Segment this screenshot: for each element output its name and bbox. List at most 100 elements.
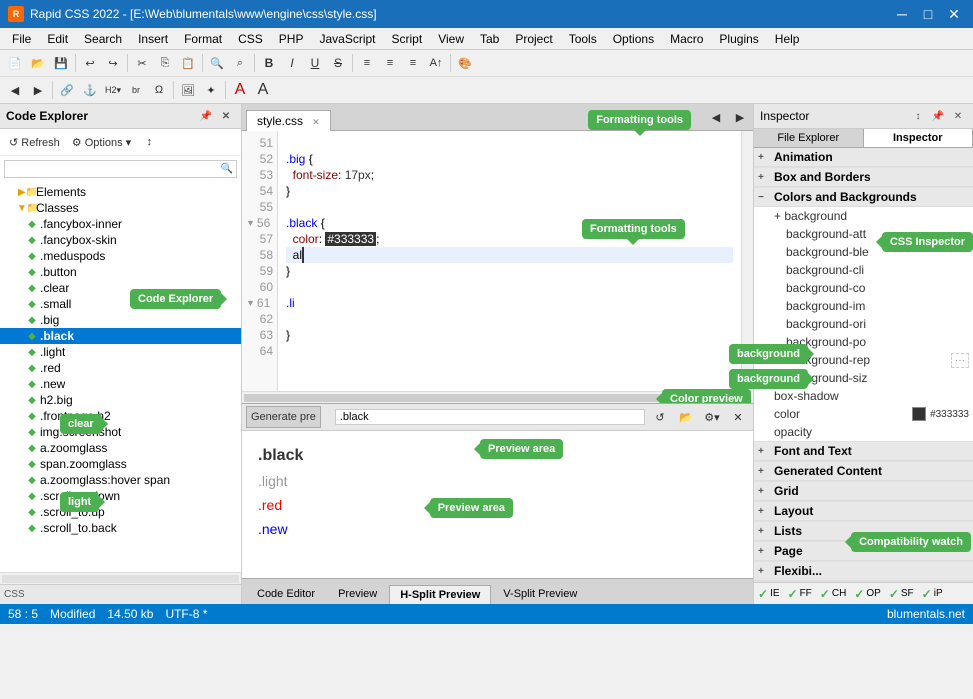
undo-button[interactable]: ↩	[79, 52, 101, 74]
group-layout-header[interactable]: + Layout	[754, 502, 973, 521]
font-size-increase-button[interactable]: A↑	[425, 52, 447, 74]
color-button[interactable]: 🎨	[454, 52, 476, 74]
ins-item-bg-ori[interactable]: background-ori	[754, 315, 973, 333]
menu-css[interactable]: CSS	[230, 30, 271, 48]
group-colors-header[interactable]: − Colors and Backgrounds	[754, 188, 973, 207]
menu-help[interactable]: Help	[767, 30, 808, 48]
ins-item-background[interactable]: + background	[754, 207, 973, 225]
tree-item-big[interactable]: ◆ .big	[0, 312, 241, 328]
tab-next-button[interactable]: ▶	[729, 106, 751, 128]
tree-item-zoomglass[interactable]: ◆ a.zoomglass	[0, 440, 241, 456]
tab-style-css[interactable]: style.css ✕	[246, 110, 331, 131]
tab-close-icon[interactable]: ✕	[312, 117, 320, 127]
tree-item-meduspods[interactable]: ◆ .meduspods	[0, 248, 241, 264]
btab-hsplit[interactable]: H-Split Preview	[389, 585, 491, 604]
bold-button[interactable]: B	[258, 52, 280, 74]
insert-btn2[interactable]: ✦	[200, 79, 222, 101]
ins-item-bg-im[interactable]: background-im	[754, 297, 973, 315]
tab-inspector[interactable]: Inspector	[864, 129, 973, 147]
redo-button[interactable]: ↪	[102, 52, 124, 74]
menu-view[interactable]: View	[430, 30, 472, 48]
tree-item-fancybox-inner[interactable]: ◆ .fancybox-inner	[0, 216, 241, 232]
options-button[interactable]: ⚙ Options ▾	[67, 131, 136, 153]
menu-tab[interactable]: Tab	[472, 30, 507, 48]
anchor-button[interactable]: ⚓	[79, 79, 101, 101]
tree-item-frontpage[interactable]: ◆ .frontpage h2	[0, 408, 241, 424]
find-button[interactable]: 🔍	[206, 52, 228, 74]
menu-javascript[interactable]: JavaScript	[311, 30, 383, 48]
underline-button[interactable]: U	[304, 52, 326, 74]
menu-edit[interactable]: Edit	[39, 30, 76, 48]
align-right-button[interactable]: ≡	[402, 52, 424, 74]
code-btn1[interactable]: H2▾	[102, 79, 124, 101]
code-btn3[interactable]: Ω	[148, 79, 170, 101]
align-center-button[interactable]: ≡	[379, 52, 401, 74]
tree-item-scroll-down[interactable]: ◆ .scroll_to.down	[0, 488, 241, 504]
group-animation-header[interactable]: + Animation	[754, 148, 973, 167]
code-editor[interactable]: 51 52 53 54 55 ▼56 57 58 59 60 ▼61 62	[242, 131, 753, 391]
inspector-close-btn[interactable]: ✕	[949, 107, 967, 125]
replace-button[interactable]: ⌕	[229, 52, 251, 74]
italic-button[interactable]: I	[281, 52, 303, 74]
tree-item-spanzoom[interactable]: ◆ span.zoomglass	[0, 456, 241, 472]
menu-macro[interactable]: Macro	[662, 30, 711, 48]
tree-item-light[interactable]: ◆ .light	[0, 344, 241, 360]
menu-format[interactable]: Format	[176, 30, 230, 48]
refresh-button[interactable]: ↺ Refresh	[4, 131, 65, 153]
menu-search[interactable]: Search	[76, 30, 130, 48]
ins-item-box-shadow[interactable]: box-shadow	[754, 387, 973, 405]
preview-settings-btn[interactable]: ⚙▾	[701, 406, 723, 428]
link-button[interactable]: 🔗	[56, 79, 78, 101]
tree-item-screenshot[interactable]: ◆ img.screenshot	[0, 424, 241, 440]
new-button[interactable]: 📄	[4, 52, 26, 74]
close-button[interactable]: ✕	[943, 5, 965, 23]
image-button[interactable]: 🖼	[177, 79, 199, 101]
save-button[interactable]: 💾	[50, 52, 72, 74]
paste-button[interactable]: 📋	[177, 52, 199, 74]
back-button[interactable]: ◀	[4, 79, 26, 101]
inspector-pin-btn[interactable]: 📌	[929, 107, 947, 125]
group-grid-header[interactable]: + Grid	[754, 482, 973, 501]
close-panel-button[interactable]: ✕	[217, 107, 235, 125]
code-btn2[interactable]: br	[125, 79, 147, 101]
ins-item-color[interactable]: color #333333	[754, 405, 973, 423]
menu-php[interactable]: PHP	[271, 30, 312, 48]
cut-button[interactable]: ✂	[131, 52, 153, 74]
search-input[interactable]	[4, 160, 237, 178]
menu-tools[interactable]: Tools	[561, 30, 605, 48]
inspector-sort-btn[interactable]: ↕	[909, 107, 927, 125]
copy-button[interactable]: ⎘	[154, 52, 176, 74]
preview-url-input[interactable]	[335, 409, 645, 425]
minimize-button[interactable]: ─	[891, 5, 913, 23]
generate-btn[interactable]: Generate pre	[246, 406, 321, 428]
tree-item-classes[interactable]: ▼📁 Classes	[0, 200, 241, 216]
tree-item-red[interactable]: ◆ .red	[0, 360, 241, 376]
format-btn2[interactable]: A	[252, 79, 274, 101]
menu-project[interactable]: Project	[507, 30, 560, 48]
menu-plugins[interactable]: Plugins	[711, 30, 766, 48]
menu-file[interactable]: File	[4, 30, 39, 48]
format-btn1[interactable]: A	[229, 79, 251, 101]
tree-item-h2big[interactable]: ◆ h2.big	[0, 392, 241, 408]
ins-item-bg-co[interactable]: background-co	[754, 279, 973, 297]
tree-item-black[interactable]: ◆ .black	[0, 328, 241, 344]
tree-item-zoom-hover[interactable]: ◆ a.zoomglass:hover span	[0, 472, 241, 488]
preview-refresh-btn[interactable]: ↺	[649, 406, 671, 428]
group-box-borders-header[interactable]: + Box and Borders	[754, 168, 973, 187]
btab-code-editor[interactable]: Code Editor	[246, 584, 326, 604]
tab-prev-button[interactable]: ◀	[705, 106, 727, 128]
ins-item-opacity[interactable]: opacity	[754, 423, 973, 441]
btab-preview[interactable]: Preview	[327, 584, 388, 604]
tree-item-scroll-up[interactable]: ◆ .scroll_to.up	[0, 504, 241, 520]
tree-item-fancybox-skin[interactable]: ◆ .fancybox-skin	[0, 232, 241, 248]
btab-vsplit[interactable]: V-Split Preview	[492, 584, 588, 604]
menu-script[interactable]: Script	[384, 30, 431, 48]
tree-item-elements[interactable]: ▶📁 Elements	[0, 184, 241, 200]
open-button[interactable]: 📂	[27, 52, 49, 74]
tree-item-new[interactable]: ◆ .new	[0, 376, 241, 392]
sort-button[interactable]: ↕	[138, 131, 160, 153]
align-left-button[interactable]: ≡	[356, 52, 378, 74]
strikethrough-button[interactable]: S	[327, 52, 349, 74]
code-content[interactable]: .big { font-size: 17px; } .black { color…	[278, 131, 741, 391]
hscroll-track[interactable]	[2, 575, 239, 583]
